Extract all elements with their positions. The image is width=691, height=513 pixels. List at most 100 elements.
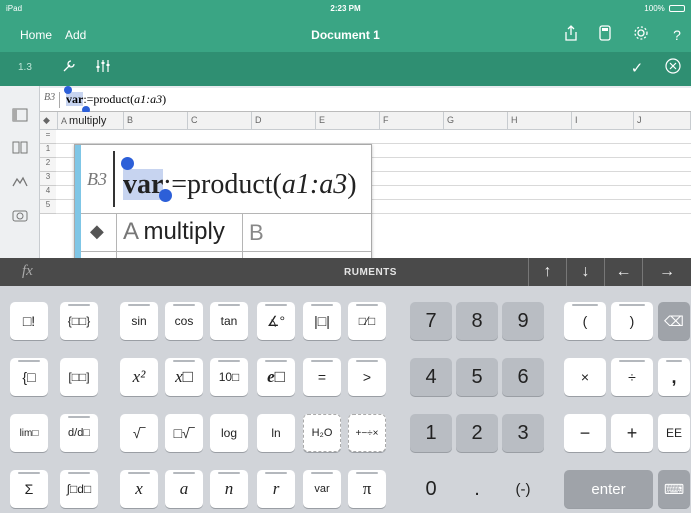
sin-key[interactable]: sin bbox=[120, 302, 158, 340]
gear-icon[interactable] bbox=[630, 25, 652, 45]
column-header-g[interactable]: G bbox=[444, 112, 508, 130]
left-paren-key[interactable]: ( bbox=[564, 302, 606, 340]
digit-2-key[interactable]: 2 bbox=[456, 414, 498, 452]
column-header-i[interactable]: I bbox=[572, 112, 634, 130]
close-icon[interactable] bbox=[662, 58, 684, 80]
operators-key[interactable]: +−÷× bbox=[348, 414, 386, 452]
entry-formula-arg: a1:a3 bbox=[134, 92, 163, 106]
wrench-icon[interactable] bbox=[58, 58, 80, 80]
column-header-a[interactable]: A multiply bbox=[58, 112, 124, 130]
magnifier-cell-ref: B3 bbox=[81, 151, 115, 207]
log-key[interactable]: log bbox=[210, 414, 248, 452]
sliders-icon[interactable] bbox=[92, 58, 114, 80]
digit-0-key[interactable]: 0 bbox=[410, 470, 452, 508]
digit-7-key[interactable]: 7 bbox=[410, 302, 452, 340]
digit-6-key[interactable]: 6 bbox=[502, 358, 544, 396]
home-button[interactable]: Home bbox=[20, 28, 52, 42]
calculator-icon[interactable] bbox=[594, 25, 616, 45]
enter-key[interactable]: enter bbox=[564, 470, 653, 508]
matrix-key[interactable]: [□□] bbox=[60, 358, 98, 396]
square-root-key[interactable]: √‾ bbox=[120, 414, 158, 452]
column-header-c[interactable]: C bbox=[188, 112, 252, 130]
nth-root-key[interactable]: □√‾ bbox=[165, 414, 203, 452]
x-squared-key[interactable]: x² bbox=[120, 358, 158, 396]
equals-key[interactable]: = bbox=[303, 358, 341, 396]
matrix-template-key[interactable]: {□□} bbox=[60, 302, 98, 340]
digit-4-key[interactable]: 4 bbox=[410, 358, 452, 396]
row-header-2[interactable]: 2 bbox=[40, 158, 56, 172]
tan-key[interactable]: tan bbox=[210, 302, 248, 340]
column-header-h[interactable]: H bbox=[508, 112, 572, 130]
multiply-key[interactable]: × bbox=[564, 358, 606, 396]
summation-key[interactable]: Σ bbox=[10, 470, 48, 508]
backspace-key[interactable]: ⌫ bbox=[658, 302, 690, 340]
math-keyboard: □! {□□} sin cos tan ∡° |□| □⁄□ 7 8 9 ( )… bbox=[0, 286, 691, 513]
arrow-up-icon[interactable]: ↑ bbox=[528, 258, 566, 286]
digit-3-key[interactable]: 3 bbox=[502, 414, 544, 452]
integral-key[interactable]: ∫□d□ bbox=[60, 470, 98, 508]
arrow-left-icon[interactable]: ← bbox=[604, 258, 642, 286]
e-power-key[interactable]: e□ bbox=[257, 358, 295, 396]
n-variable-key[interactable]: n bbox=[210, 470, 248, 508]
column-header-b[interactable]: B bbox=[124, 112, 188, 130]
column-header-d[interactable]: D bbox=[252, 112, 316, 130]
ten-power-key[interactable]: 10□ bbox=[210, 358, 248, 396]
greater-than-key[interactable]: > bbox=[348, 358, 386, 396]
r-variable-key[interactable]: r bbox=[257, 470, 295, 508]
row-header-3[interactable]: 3 bbox=[40, 172, 56, 186]
divide-key[interactable]: ÷ bbox=[611, 358, 653, 396]
column-header-j[interactable]: J bbox=[634, 112, 691, 130]
selection-handle-start[interactable] bbox=[64, 86, 72, 94]
fraction-key[interactable]: □⁄□ bbox=[348, 302, 386, 340]
right-paren-key[interactable]: ) bbox=[611, 302, 653, 340]
pi-key[interactable]: π bbox=[348, 470, 386, 508]
book-icon[interactable] bbox=[9, 138, 31, 160]
column-header-e[interactable]: E bbox=[316, 112, 380, 130]
row-header-5[interactable]: 5 bbox=[40, 200, 56, 214]
cos-key[interactable]: cos bbox=[165, 302, 203, 340]
comma-key[interactable]: , bbox=[658, 358, 690, 396]
decimal-key[interactable]: . bbox=[456, 470, 498, 508]
share-icon[interactable] bbox=[560, 25, 582, 45]
page-number[interactable]: 1.3 bbox=[18, 62, 32, 73]
scratchpad-icon[interactable] bbox=[9, 172, 31, 194]
piecewise-key[interactable]: {□ bbox=[10, 358, 48, 396]
formula-row-header[interactable]: = bbox=[40, 130, 56, 144]
arrow-right-icon[interactable]: → bbox=[642, 258, 691, 286]
fx-icon[interactable]: fx bbox=[22, 263, 33, 280]
formula-row[interactable] bbox=[56, 130, 691, 144]
chemistry-key[interactable]: H₂O bbox=[303, 414, 341, 452]
digit-5-key[interactable]: 5 bbox=[456, 358, 498, 396]
digit-9-key[interactable]: 9 bbox=[502, 302, 544, 340]
a-variable-key[interactable]: a bbox=[165, 470, 203, 508]
x-variable-key[interactable]: x bbox=[120, 470, 158, 508]
x-power-key[interactable]: x□ bbox=[165, 358, 203, 396]
magnifier-column-a: A multiply bbox=[117, 214, 243, 252]
camera-icon[interactable] bbox=[9, 206, 31, 228]
angle-key[interactable]: ∡° bbox=[257, 302, 295, 340]
ee-key[interactable]: EE bbox=[658, 414, 690, 452]
column-header-f[interactable]: F bbox=[380, 112, 444, 130]
minus-key[interactable]: − bbox=[564, 414, 606, 452]
derivative-key[interactable]: d/d□ bbox=[60, 414, 98, 452]
absolute-value-key[interactable]: |□| bbox=[303, 302, 341, 340]
limit-key[interactable]: lim□ bbox=[10, 414, 48, 452]
document-title[interactable]: Document 1 bbox=[311, 28, 380, 42]
add-button[interactable]: Add bbox=[65, 28, 86, 42]
help-icon[interactable]: ? bbox=[666, 25, 688, 45]
arrow-down-icon[interactable]: ↓ bbox=[566, 258, 604, 286]
negative-key[interactable]: (-) bbox=[502, 470, 544, 508]
clock: 2:23 PM bbox=[330, 4, 361, 13]
entry-formula[interactable]: var:=product(a1:a3) bbox=[66, 92, 166, 107]
hide-keyboard-key[interactable]: ⌨ bbox=[658, 470, 690, 508]
ln-key[interactable]: ln bbox=[257, 414, 295, 452]
plus-key[interactable]: + bbox=[611, 414, 653, 452]
row-header-4[interactable]: 4 bbox=[40, 186, 56, 200]
factorial-key[interactable]: □! bbox=[10, 302, 48, 340]
page-sorter-icon[interactable] bbox=[9, 106, 31, 128]
row-header-1[interactable]: 1 bbox=[40, 144, 56, 158]
check-icon[interactable]: ✓ bbox=[626, 58, 648, 80]
var-key[interactable]: var bbox=[303, 470, 341, 508]
digit-8-key[interactable]: 8 bbox=[456, 302, 498, 340]
digit-1-key[interactable]: 1 bbox=[410, 414, 452, 452]
